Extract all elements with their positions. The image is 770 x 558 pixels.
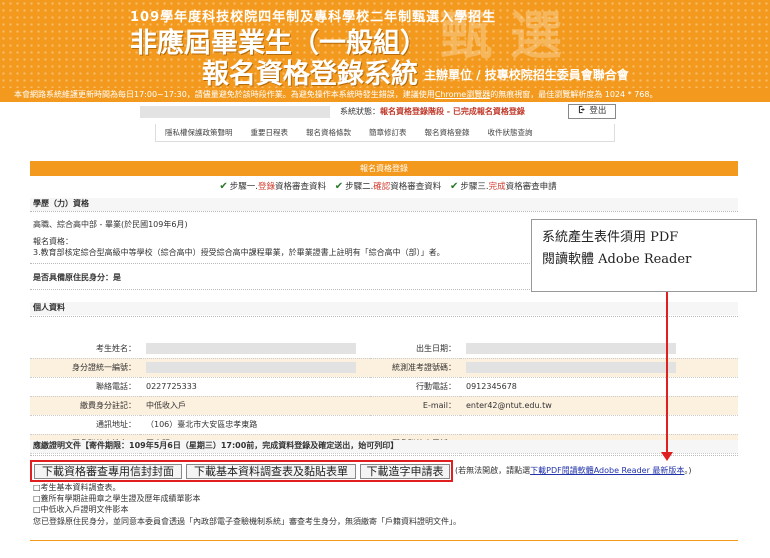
step2-desc: 資格審查資料 xyxy=(390,182,442,192)
nav-terms[interactable]: 報名資格條款 xyxy=(297,127,360,138)
adobe-reader-link[interactable]: 下載PDF閱讀軟體Adobe Reader 最新版本 xyxy=(530,466,684,475)
pdf-hint-b: 。) xyxy=(684,466,692,475)
docs-title: 應繳證明文件【寄件期限：109年5月6日（星期三）17:00前，完成資料登錄及確… xyxy=(30,440,738,453)
phone-label: 聯絡電話： xyxy=(30,377,140,397)
step1-desc: 資格審查資料 xyxy=(274,182,326,192)
pdf-hint-a: (若無法開啟，請點選 xyxy=(455,466,531,475)
personal-title: 個人資料 xyxy=(30,302,738,315)
divider xyxy=(30,316,738,317)
section-header: 報名資格登錄 xyxy=(30,161,738,176)
address-label: 通訊地址： xyxy=(30,415,140,435)
annotation-arrow-line xyxy=(666,292,668,458)
birth-value-redacted xyxy=(466,342,676,354)
callout-line1: 系統產生表件須用 PDF xyxy=(542,230,679,245)
step2-num: 步驟二. xyxy=(345,182,374,192)
step3-desc: 資格審查申請 xyxy=(505,182,557,192)
doc-item: □蓋所有學期註冊章之學生證及歷年成績單影本 xyxy=(33,494,201,503)
table-row: 繳費身分註記： 中低收入戶 E-mail： enter42@ntut.edu.t… xyxy=(30,396,738,416)
system-status-label: 系統狀態： xyxy=(340,107,380,116)
step-indicator: ✔ 步驟一.登錄資格審查資料 ✔ 步驟二.確認資格審查資料 ✔ 步驟三.完成資格審查申… xyxy=(0,180,770,192)
step3-num: 步驟三. xyxy=(460,182,489,192)
footer-bar xyxy=(30,540,738,541)
check-icon: ✔ xyxy=(219,181,228,192)
system-status-value: 報名資格登錄階段 - 已完成報名資格登錄 xyxy=(380,107,525,116)
indigenous-status: 是否具備原住民身分：是 xyxy=(33,273,121,282)
email-label: E-mail： xyxy=(370,396,460,416)
name-label: 考生姓名： xyxy=(30,339,140,359)
step2-action: 確認 xyxy=(373,182,391,192)
education-title: 學歷（力）資格 xyxy=(30,198,738,211)
nav-revisions[interactable]: 簡章修訂表 xyxy=(360,127,416,138)
download-envelope-button[interactable]: 下載資格審查專用信封封面 xyxy=(34,464,182,479)
nav-registration[interactable]: 報名資格登錄 xyxy=(416,127,479,138)
logout-button[interactable]: 登出 xyxy=(568,104,616,119)
download-char-form-button[interactable]: 下載造字申請表 xyxy=(360,464,450,479)
exam-value-redacted xyxy=(466,362,676,373)
phone-value: 0227725333 xyxy=(140,377,370,397)
nav-schedule[interactable]: 重要日程表 xyxy=(242,127,298,138)
birth-label: 出生日期： xyxy=(370,339,460,359)
nav-privacy[interactable]: 隱私權保護政策聲明 xyxy=(156,127,242,138)
check-icon: ✔ xyxy=(450,181,459,192)
id-label: 身分證統一編號： xyxy=(30,358,140,378)
education-line3: 3.教育部核定綜合型高級中等學校（綜合高中）授受綜合高中課程畢業，於畢業證書上註… xyxy=(33,248,445,257)
step1-num: 步驟一. xyxy=(229,182,258,192)
divider xyxy=(30,211,738,212)
user-name-redacted xyxy=(140,106,330,118)
step1-action: 登錄 xyxy=(257,182,275,192)
banner: 甄選 109學年度科技校院四年制及專科學校二年制甄選入學招生 非應屆畢業生（一般… xyxy=(0,0,770,88)
fee-label: 繳費身分註記： xyxy=(30,396,140,416)
nav-receipt-status[interactable]: 收件狀態查詢 xyxy=(479,127,542,138)
exam-label: 統測准考證號碼： xyxy=(370,358,460,378)
address-value: （106）臺北市大安區忠孝東路 xyxy=(140,415,738,435)
banner-org: 主辦單位 / 技專校院招生委員會聯合會 xyxy=(424,68,629,82)
banner-sub-title: 報名資格登錄系統 xyxy=(202,59,418,88)
logout-label: 登出 xyxy=(589,106,607,116)
notice-text-b: 的無痕視窗，最佳瀏覽解析度為 1024 * 768。 xyxy=(490,90,658,99)
doc-item: 您已登錄原住民身分，並同意本委員會透過「內政部電子查驗機制系統」審查考生身分，無… xyxy=(33,517,461,526)
education-line2: 報名資格： xyxy=(33,237,73,246)
step3-action: 完成 xyxy=(488,182,506,192)
system-status: 系統狀態：報名資格登錄階段 - 已完成報名資格登錄 xyxy=(340,106,525,117)
doc-item: □中低收入戶證明文件影本 xyxy=(33,505,129,514)
callout-line2: 閱讀軟體 Adobe Reader xyxy=(542,252,692,267)
check-icon: ✔ xyxy=(334,181,344,192)
annotation-arrow-head xyxy=(661,452,673,461)
page: 甄選 109學年度科技校院四年制及專科學校二年制甄選入學招生 非應屆畢業生（一般… xyxy=(0,0,770,558)
table-row: 身分證統一編號： 統測准考證號碼： xyxy=(30,358,738,378)
top-nav: 隱私權保護政策聲明 重要日程表 報名資格條款 簡章修訂表 報名資格登錄 收件狀態… xyxy=(155,124,615,142)
mobile-value: 0912345678 xyxy=(460,377,738,397)
mobile-label: 行動電話： xyxy=(370,377,460,397)
table-row: 聯絡電話： 0227725333 行動電話： 0912345678 xyxy=(30,377,738,397)
notice-text-a: 本會網路系統維護更新時間為每日17:00~17:30，請儘量避免於該時段作業。為… xyxy=(14,90,435,99)
annotation-callout: 系統產生表件須用 PDF 閱讀軟體 Adobe Reader xyxy=(531,219,757,292)
email-value: enter42@ntut.edu.tw xyxy=(460,396,738,416)
maintenance-notice: 本會網路系統維護更新時間為每日17:00~17:30，請儘量避免於該時段作業。為… xyxy=(0,88,770,102)
chrome-link[interactable]: Chrome瀏覽器 xyxy=(435,90,490,99)
personal-table: 考生姓名： 出生日期： 身分證統一編號： 統測准考證號碼： 聯絡電話： 0227… xyxy=(30,339,738,454)
logout-icon xyxy=(578,105,585,114)
education-line1: 高職、綜合高中部 - 畢業(於民國109年6月) xyxy=(33,220,188,229)
table-row: 通訊地址： （106）臺北市大安區忠孝東路 xyxy=(30,415,738,435)
fee-value: 中低收入戶 xyxy=(140,396,370,416)
doc-item: □考生基本資料調查表。 xyxy=(33,483,121,492)
download-basic-form-button[interactable]: 下載基本資料調查表及黏貼表單 xyxy=(186,464,356,479)
divider xyxy=(30,455,738,456)
name-value-redacted xyxy=(146,342,356,354)
pdf-reader-hint: (若無法開啟，請點選下載PDF閱讀軟體Adobe Reader 最新版本。) xyxy=(455,465,692,476)
id-value-redacted xyxy=(146,362,356,373)
table-row: 考生姓名： 出生日期： xyxy=(30,339,738,359)
